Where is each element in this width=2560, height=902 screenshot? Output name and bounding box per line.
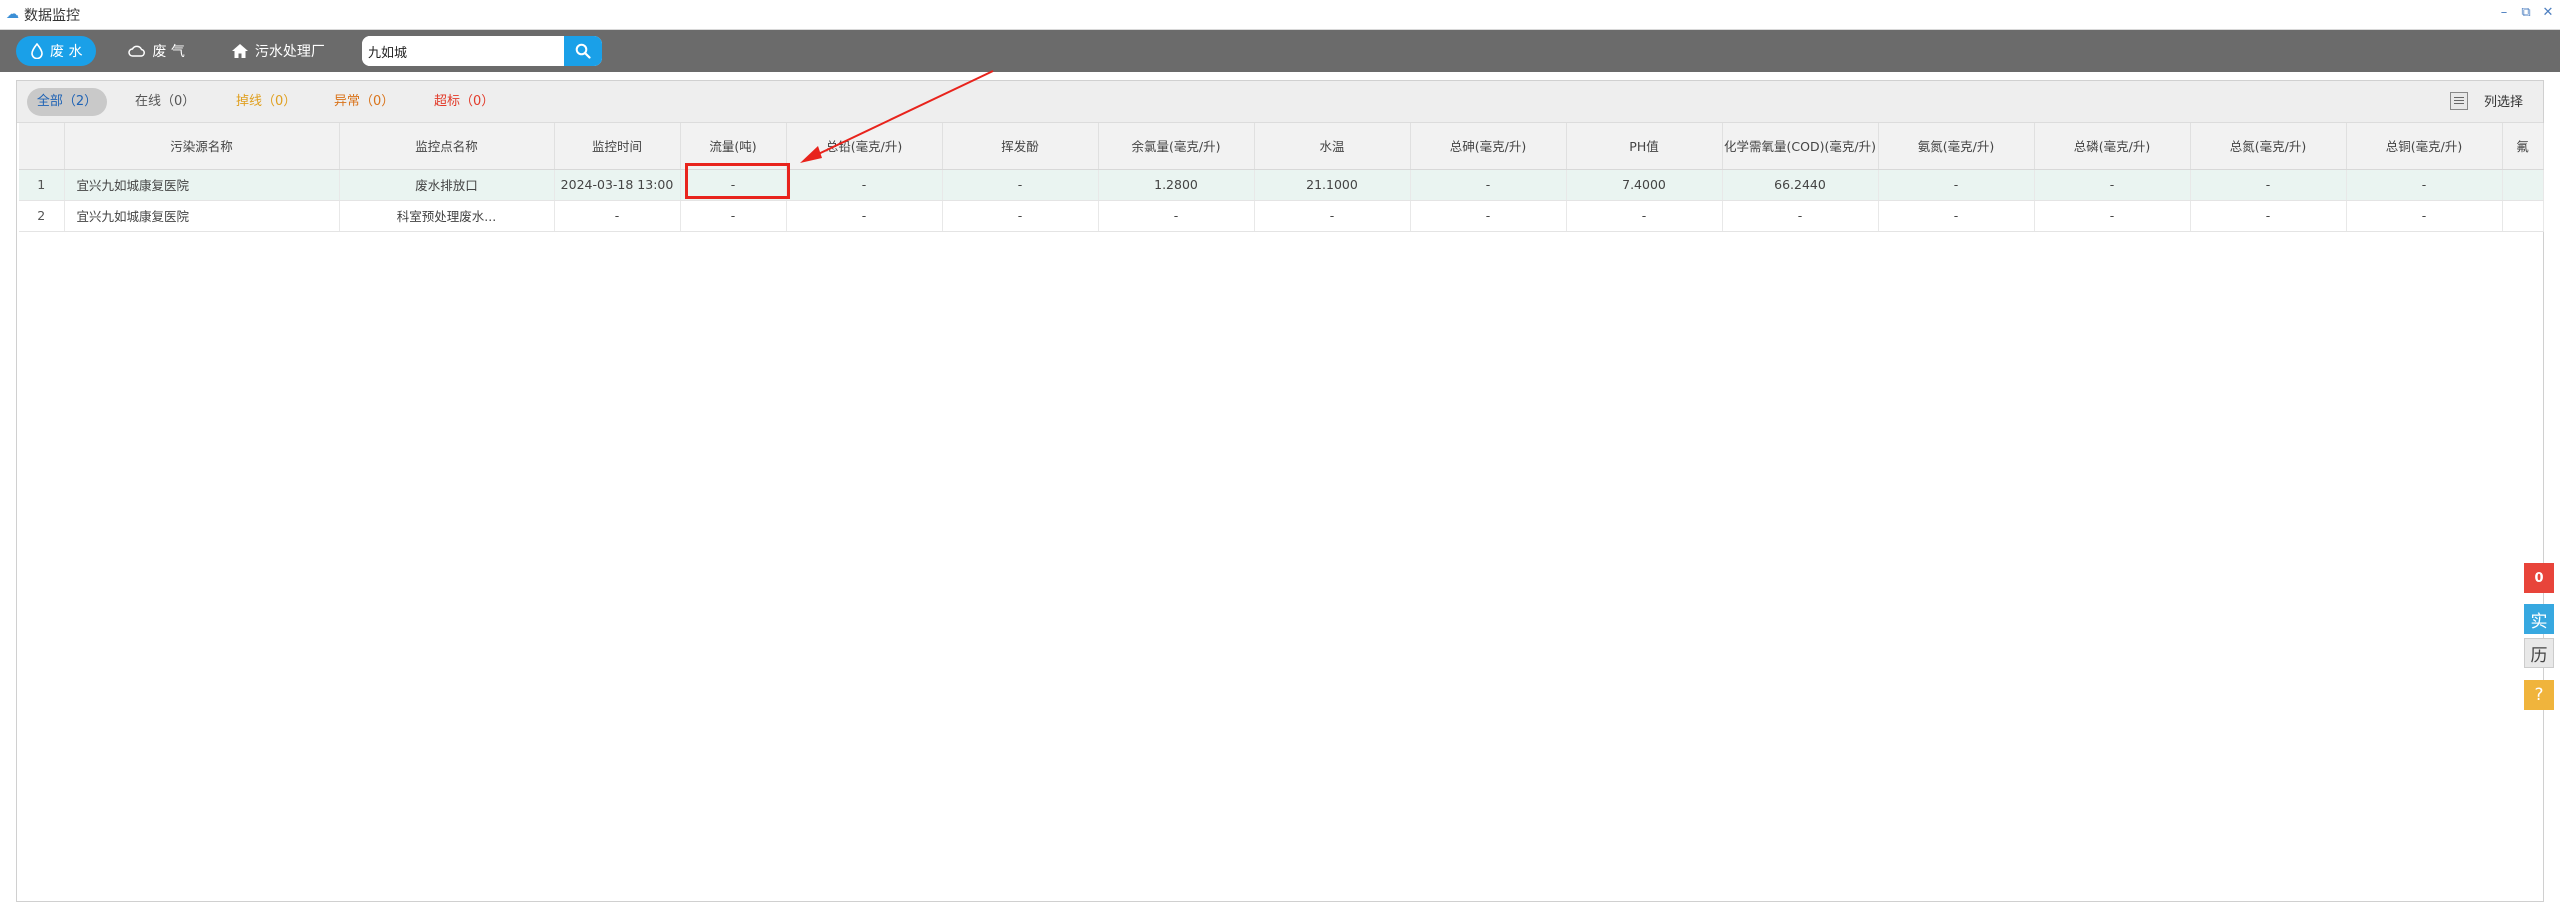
table-cell: - <box>2190 200 2347 232</box>
list-icon <box>2449 91 2468 110</box>
table-cell: - <box>786 169 943 201</box>
alert-count-badge[interactable]: 0 <box>2524 563 2554 593</box>
table-cell: 7.4000 <box>1566 169 1723 201</box>
table-row[interactable]: 1 宜兴九如城康复医院 废水排放口 2024-03-18 13:00 - - -… <box>19 169 2544 201</box>
tab-wastewater-label: 废 水 <box>50 44 83 60</box>
table-header-row: 污染源名称 监控点名称 监控时间 流量(吨) 总铅(毫克/升) 挥发酚 余氯量(… <box>19 123 2544 170</box>
table-cell: 废水排放口 <box>339 169 555 201</box>
history-button[interactable]: 历 <box>2524 638 2554 668</box>
column-select-button[interactable]: 列选择 <box>2449 91 2523 110</box>
table-cell: - <box>1878 200 2035 232</box>
table-cell: - <box>2346 169 2503 201</box>
tab-exhaust-gas-label: 废 气 <box>152 44 185 60</box>
table-cell: 66.2440 <box>1722 169 1879 201</box>
table-cell: 科室预处理废水... <box>339 200 555 232</box>
app-icon: ☁ <box>6 6 19 22</box>
monitor-table: 污染源名称 监控点名称 监控时间 流量(吨) 总铅(毫克/升) 挥发酚 余氯量(… <box>19 123 2544 232</box>
column-header[interactable]: 监控时间 <box>554 123 681 170</box>
column-header[interactable]: 总氮(毫克/升) <box>2190 123 2347 170</box>
column-header[interactable]: 水温 <box>1254 123 1411 170</box>
table-cell: - <box>1878 169 2035 201</box>
column-header[interactable]: 氟 <box>2502 123 2544 170</box>
column-header[interactable]: 氨氮(毫克/升) <box>1878 123 2035 170</box>
data-panel: 全部（2） 在线（0） 掉线（0） 异常（0） 超标（0） 列选择 污染源名称 … <box>16 80 2544 902</box>
status-filter-bar: 全部（2） 在线（0） 掉线（0） 异常（0） 超标（0） 列选择 <box>17 81 2543 123</box>
filter-online[interactable]: 在线（0） <box>135 88 195 116</box>
column-header[interactable]: 挥发酚 <box>942 123 1099 170</box>
table-cell: - <box>2034 169 2191 201</box>
table-cell: - <box>1410 169 1567 201</box>
tab-wastewater[interactable]: 废 水 <box>16 36 97 66</box>
column-header[interactable]: 总铅(毫克/升) <box>786 123 943 170</box>
house-icon <box>231 44 248 58</box>
help-button[interactable]: ? <box>2524 680 2554 710</box>
row-number: 2 <box>19 200 65 232</box>
filter-all[interactable]: 全部（2） <box>27 88 107 116</box>
drop-icon <box>31 43 43 59</box>
window-title: 数据监控 <box>24 7 80 24</box>
table-cell: - <box>1722 200 1879 232</box>
window-controls: – ⧉ ✕ <box>2498 5 2554 21</box>
search-input[interactable] <box>362 36 564 66</box>
table-cell: - <box>1566 200 1723 232</box>
filter-offline[interactable]: 掉线（0） <box>236 88 296 116</box>
table-cell: - <box>554 200 681 232</box>
search-box <box>362 36 602 66</box>
table-cell: - <box>680 200 787 232</box>
column-select-label: 列选择 <box>2483 95 2523 110</box>
table-row[interactable]: 2 宜兴九如城康复医院 科室预处理废水... - - - - - - - - -… <box>19 200 2544 232</box>
cloud-icon <box>128 45 146 57</box>
tab-exhaust-gas[interactable]: 废 气 <box>114 36 198 66</box>
table-cell: 宜兴九如城康复医院 <box>64 200 340 232</box>
column-header[interactable]: PH值 <box>1566 123 1723 170</box>
table-cell <box>2502 200 2544 232</box>
annotation-highlight-box <box>685 163 790 199</box>
main-toolbar: 废 水 废 气 污水处理厂 <box>0 30 2560 72</box>
table-cell: 2024-03-18 13:00 <box>554 169 681 201</box>
column-header[interactable]: 总磷(毫克/升) <box>2034 123 2191 170</box>
column-header[interactable]: 总铜(毫克/升) <box>2346 123 2503 170</box>
table-cell: - <box>786 200 943 232</box>
tab-sewage-plant[interactable]: 污水处理厂 <box>217 36 339 66</box>
table-cell: - <box>2190 169 2347 201</box>
row-number: 1 <box>19 169 65 201</box>
table-cell: 21.1000 <box>1254 169 1411 201</box>
table-cell: 1.2800 <box>1098 169 1255 201</box>
realtime-button[interactable]: 实 <box>2524 604 2554 634</box>
table-cell: - <box>1098 200 1255 232</box>
table-cell: - <box>2346 200 2503 232</box>
table-cell: 宜兴九如城康复医院 <box>64 169 340 201</box>
column-header[interactable]: 污染源名称 <box>64 123 340 170</box>
restore-icon[interactable]: ⧉ <box>2520 5 2532 21</box>
column-header[interactable]: 余氯量(毫克/升) <box>1098 123 1255 170</box>
search-button[interactable] <box>564 36 602 66</box>
table-cell: - <box>1254 200 1411 232</box>
window-titlebar: ☁ 数据监控 – ⧉ ✕ <box>0 0 2560 30</box>
close-icon[interactable]: ✕ <box>2542 5 2554 21</box>
filter-over-limit[interactable]: 超标（0） <box>434 88 494 116</box>
tab-sewage-plant-label: 污水处理厂 <box>254 44 325 60</box>
column-header[interactable]: 监控点名称 <box>339 123 555 170</box>
table-cell: - <box>942 169 1099 201</box>
column-header[interactable]: 总砷(毫克/升) <box>1410 123 1567 170</box>
column-header[interactable]: 化学需氧量(COD)(毫克/升) <box>1722 123 1879 170</box>
minimize-icon[interactable]: – <box>2498 5 2510 21</box>
table-cell: - <box>1410 200 1567 232</box>
table-cell: - <box>942 200 1099 232</box>
filter-abnormal[interactable]: 异常（0） <box>334 88 394 116</box>
table-cell <box>2502 169 2544 201</box>
column-header <box>19 123 65 170</box>
search-icon <box>575 43 591 59</box>
table-cell: - <box>2034 200 2191 232</box>
